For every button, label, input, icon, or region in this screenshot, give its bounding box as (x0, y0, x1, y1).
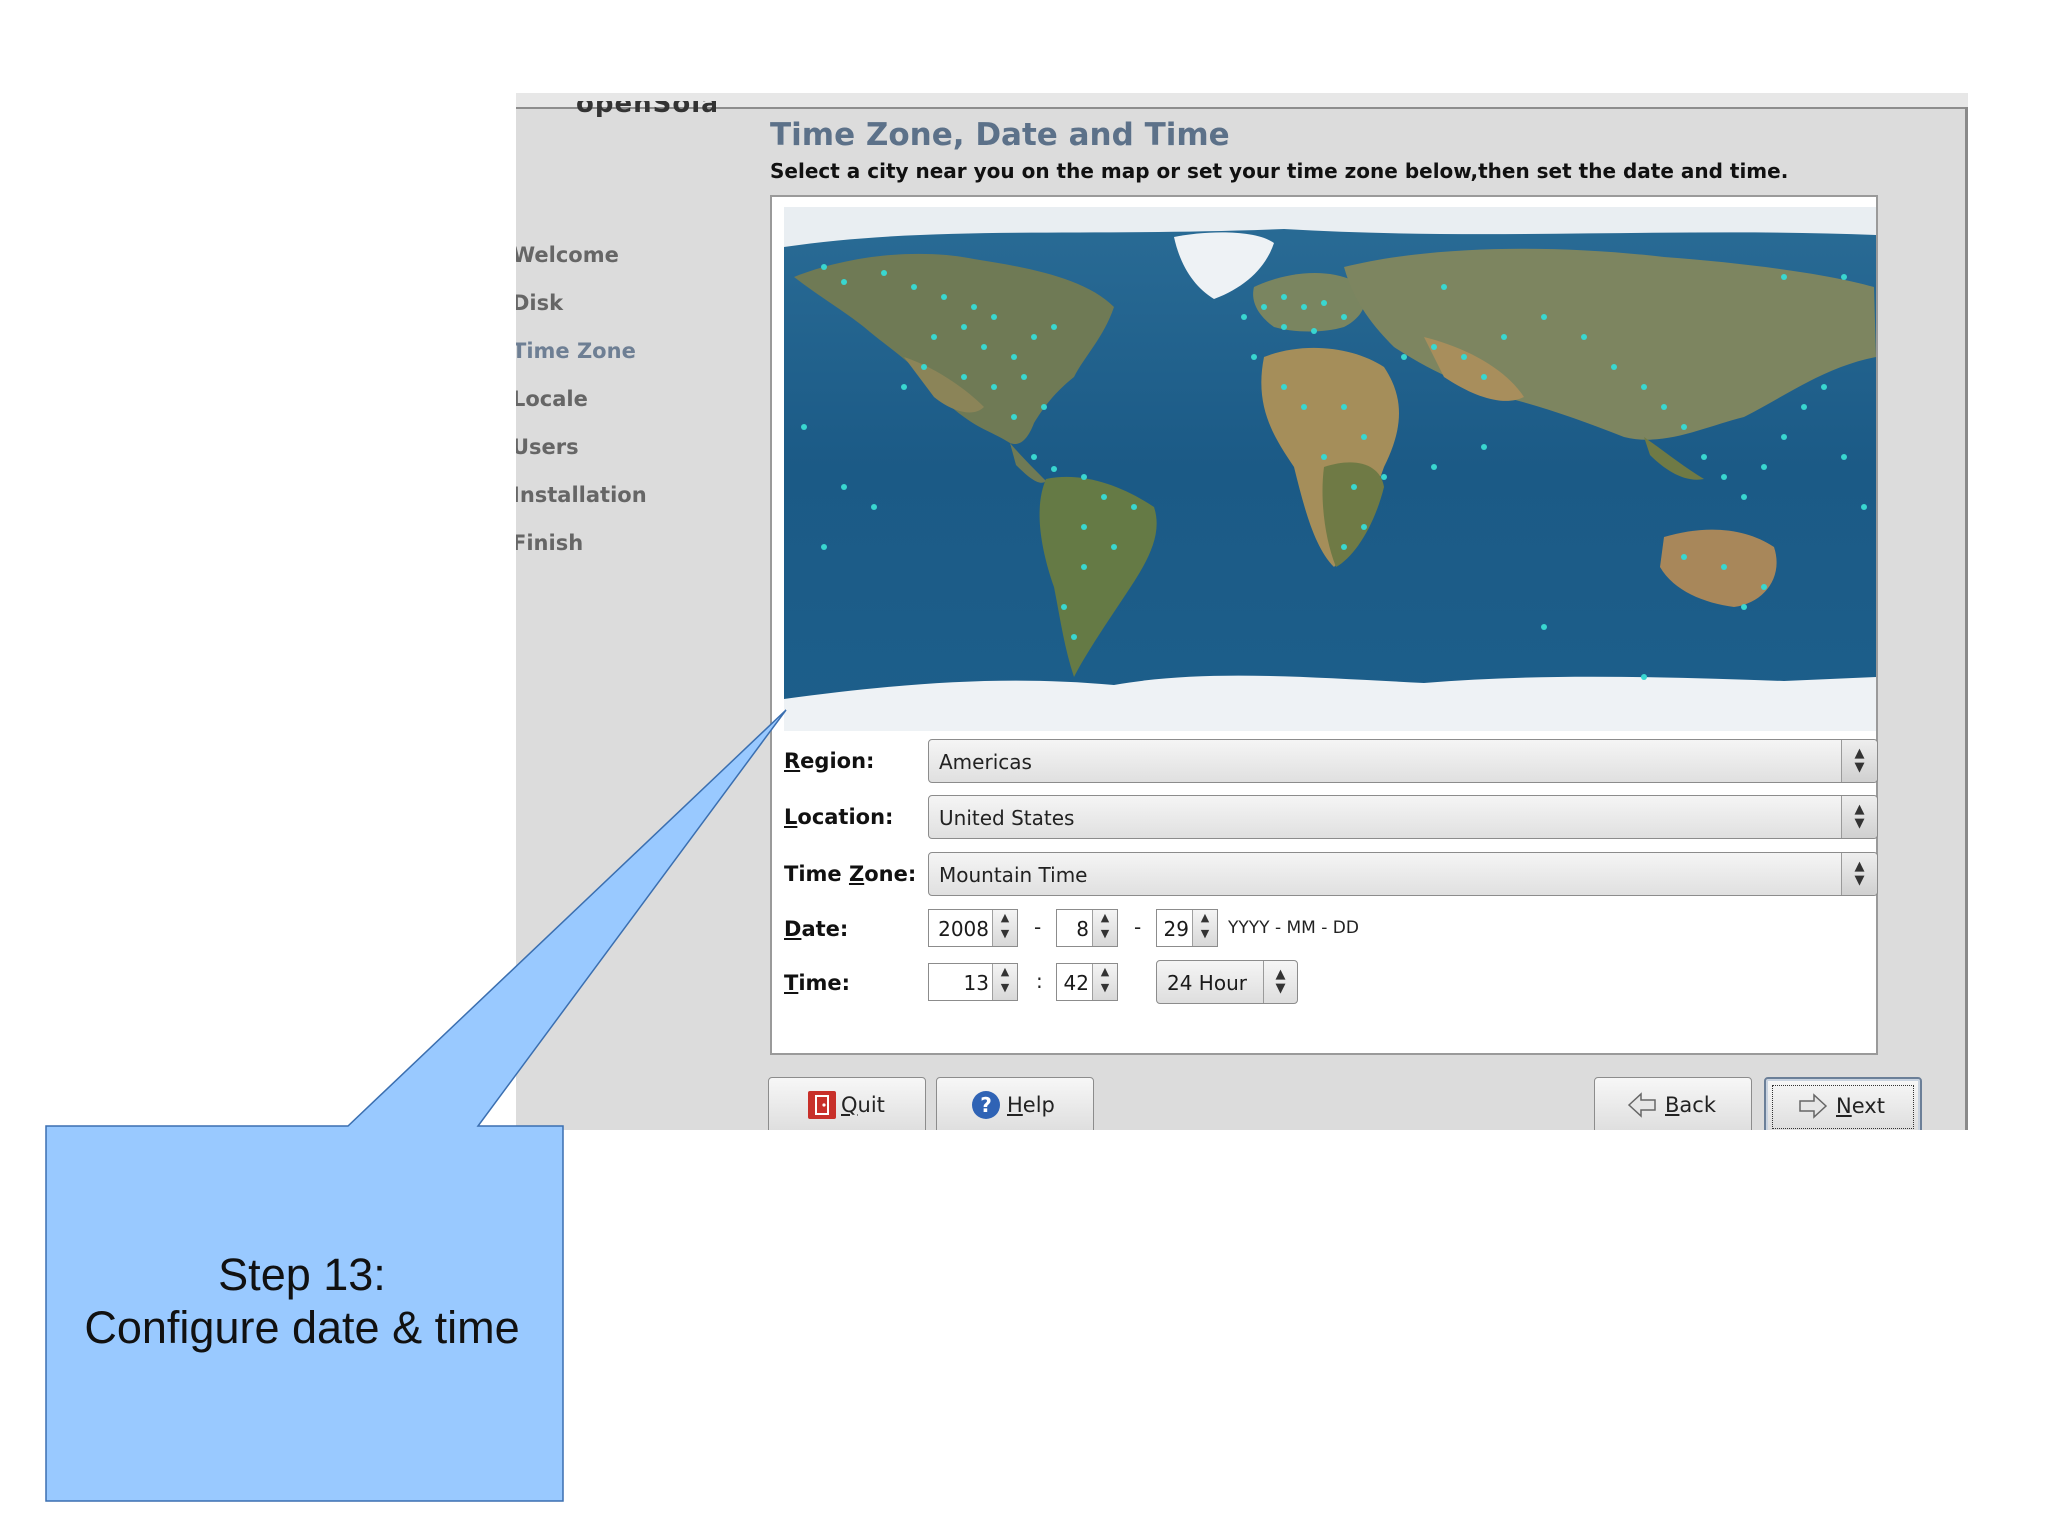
location-value: United States (939, 806, 1075, 830)
day-spinner[interactable]: 29 ▲ ▼ (1156, 909, 1218, 947)
date-separator: - (1134, 915, 1142, 939)
quit-button[interactable]: Quit (768, 1077, 926, 1130)
sidebar-item-installation: Installation (516, 483, 647, 507)
hour-mode-value: 24 Hour (1167, 971, 1247, 995)
time-label: Time: (784, 971, 851, 995)
location-select[interactable]: United States ▲ ▼ (928, 795, 1878, 839)
hour-mode-select[interactable]: 24 Hour ▲ ▼ (1156, 960, 1298, 1004)
world-map-image (784, 207, 1876, 731)
sidebar-item-disk: Disk (516, 291, 564, 315)
sidebar-item-finish: Finish (516, 531, 584, 555)
help-label: Help (1007, 1093, 1055, 1117)
spin-arrows-icon[interactable]: ▲ ▼ (992, 964, 1017, 1000)
steps-sidebar: Welcome Disk Time Zone Locale Users Inst… (516, 243, 776, 579)
location-label: Location: (784, 805, 894, 829)
spin-arrows-icon[interactable]: ▲ ▼ (1092, 910, 1117, 946)
window-right-edge (1965, 107, 1968, 1130)
next-label: Next (1836, 1094, 1885, 1118)
sidebar-item-time-zone: Time Zone (516, 339, 636, 363)
region-value: Americas (939, 750, 1032, 774)
updown-arrows-icon: ▲ ▼ (1263, 961, 1297, 1003)
sidebar-item-users: Users (516, 435, 579, 459)
callout-text: Step 13: Configure date & time (46, 1248, 558, 1354)
timezone-label: Time Zone: (784, 862, 917, 886)
month-spinner[interactable]: 8 ▲ ▼ (1056, 909, 1118, 947)
callout-line-1: Step 13: (218, 1249, 386, 1300)
logo-fragment: openSolaris (576, 101, 716, 117)
timezone-value: Mountain Time (939, 863, 1088, 887)
year-spinner[interactable]: 2008 ▲ ▼ (928, 909, 1018, 947)
installer-window: openSolaris Welcome Disk Time Zone Local… (516, 93, 1968, 1130)
next-button[interactable]: Next (1764, 1077, 1922, 1130)
hour-spinner[interactable]: 13 ▲ ▼ (928, 963, 1018, 1001)
region-row: Region: Americas ▲ ▼ (784, 739, 1878, 785)
minute-value: 42 (1063, 971, 1089, 995)
date-label: Date: (784, 917, 849, 941)
updown-arrows-icon: ▲ ▼ (1841, 853, 1877, 895)
day-value: 29 (1163, 917, 1189, 941)
svg-text:?: ? (980, 1093, 992, 1117)
back-label: Back (1665, 1093, 1716, 1117)
updown-arrows-icon: ▲ ▼ (1841, 740, 1877, 782)
date-row: Date: 2008 ▲ ▼ - 8 ▲ ▼ - 29 ▲ ▼ YYYY - MM -… (784, 909, 1878, 955)
quit-icon (808, 1091, 836, 1119)
callout-line-2: Configure date & time (84, 1302, 520, 1353)
quit-label: Quit (841, 1093, 885, 1117)
help-button[interactable]: ? Help (936, 1077, 1094, 1130)
time-separator: : (1036, 969, 1043, 993)
spin-arrows-icon[interactable]: ▲ ▼ (992, 910, 1017, 946)
back-button[interactable]: Back (1594, 1077, 1752, 1130)
spin-arrows-icon[interactable]: ▲ ▼ (1092, 964, 1117, 1000)
hour-value: 13 (963, 971, 989, 995)
updown-arrows-icon: ▲ ▼ (1841, 796, 1877, 838)
timezone-panel: Region: Americas ▲ ▼ Location: United Sta… (770, 195, 1878, 1055)
page-subtitle: Select a city near you on the map or set… (770, 159, 1789, 183)
help-icon: ? (972, 1091, 1000, 1119)
date-separator: - (1034, 915, 1042, 939)
month-value: 8 (1076, 917, 1089, 941)
world-map[interactable] (784, 207, 1876, 731)
timezone-select[interactable]: Mountain Time ▲ ▼ (928, 852, 1878, 896)
window-top-edge (516, 93, 1968, 109)
timezone-row: Time Zone: Mountain Time ▲ ▼ (784, 852, 1878, 898)
year-value: 2008 (938, 917, 989, 941)
region-label: Region: (784, 749, 875, 773)
sidebar-item-locale: Locale (516, 387, 588, 411)
page-title: Time Zone, Date and Time (770, 117, 1230, 153)
date-format-hint: YYYY - MM - DD (1228, 918, 1359, 938)
minute-spinner[interactable]: 42 ▲ ▼ (1056, 963, 1118, 1001)
location-row: Location: United States ▲ ▼ (784, 795, 1878, 841)
time-row: Time: 13 ▲ ▼ : 42 ▲ ▼ 24 Hour ▲ ▼ (784, 960, 1878, 1007)
arrow-right-icon (1799, 1093, 1828, 1119)
spin-arrows-icon[interactable]: ▲ ▼ (1192, 910, 1217, 946)
region-select[interactable]: Americas ▲ ▼ (928, 739, 1878, 783)
arrow-left-icon (1627, 1092, 1656, 1118)
sidebar-item-welcome: Welcome (516, 243, 619, 267)
